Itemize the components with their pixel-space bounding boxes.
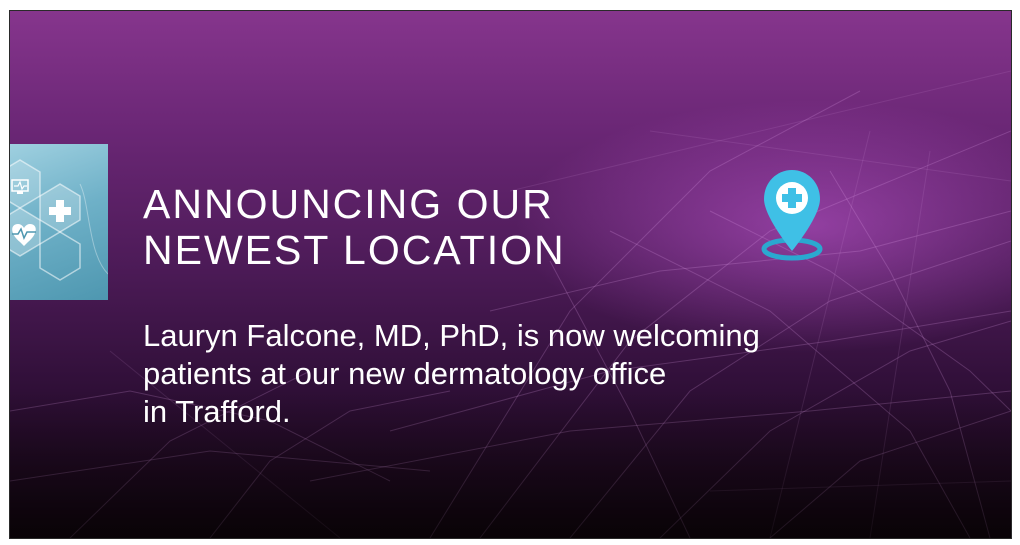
map-pin-plus-icon — [752, 165, 832, 265]
medical-hexagons-icon — [10, 144, 108, 300]
body-line: Lauryn Falcone, MD, PhD, is now welcomin… — [143, 318, 760, 353]
headline-line: NEWEST LOCATION — [143, 227, 566, 273]
announcement-body: Lauryn Falcone, MD, PhD, is now welcomin… — [143, 317, 983, 431]
headline-line: ANNOUNCING OUR — [143, 181, 554, 227]
body-line: in Trafford. — [143, 394, 291, 429]
body-line: patients at our new dermatology office — [143, 356, 667, 391]
announcement-slide: ANNOUNCING OUR NEWEST LOCATION Lauryn Fa… — [9, 10, 1012, 539]
headline: ANNOUNCING OUR NEWEST LOCATION — [143, 181, 743, 273]
